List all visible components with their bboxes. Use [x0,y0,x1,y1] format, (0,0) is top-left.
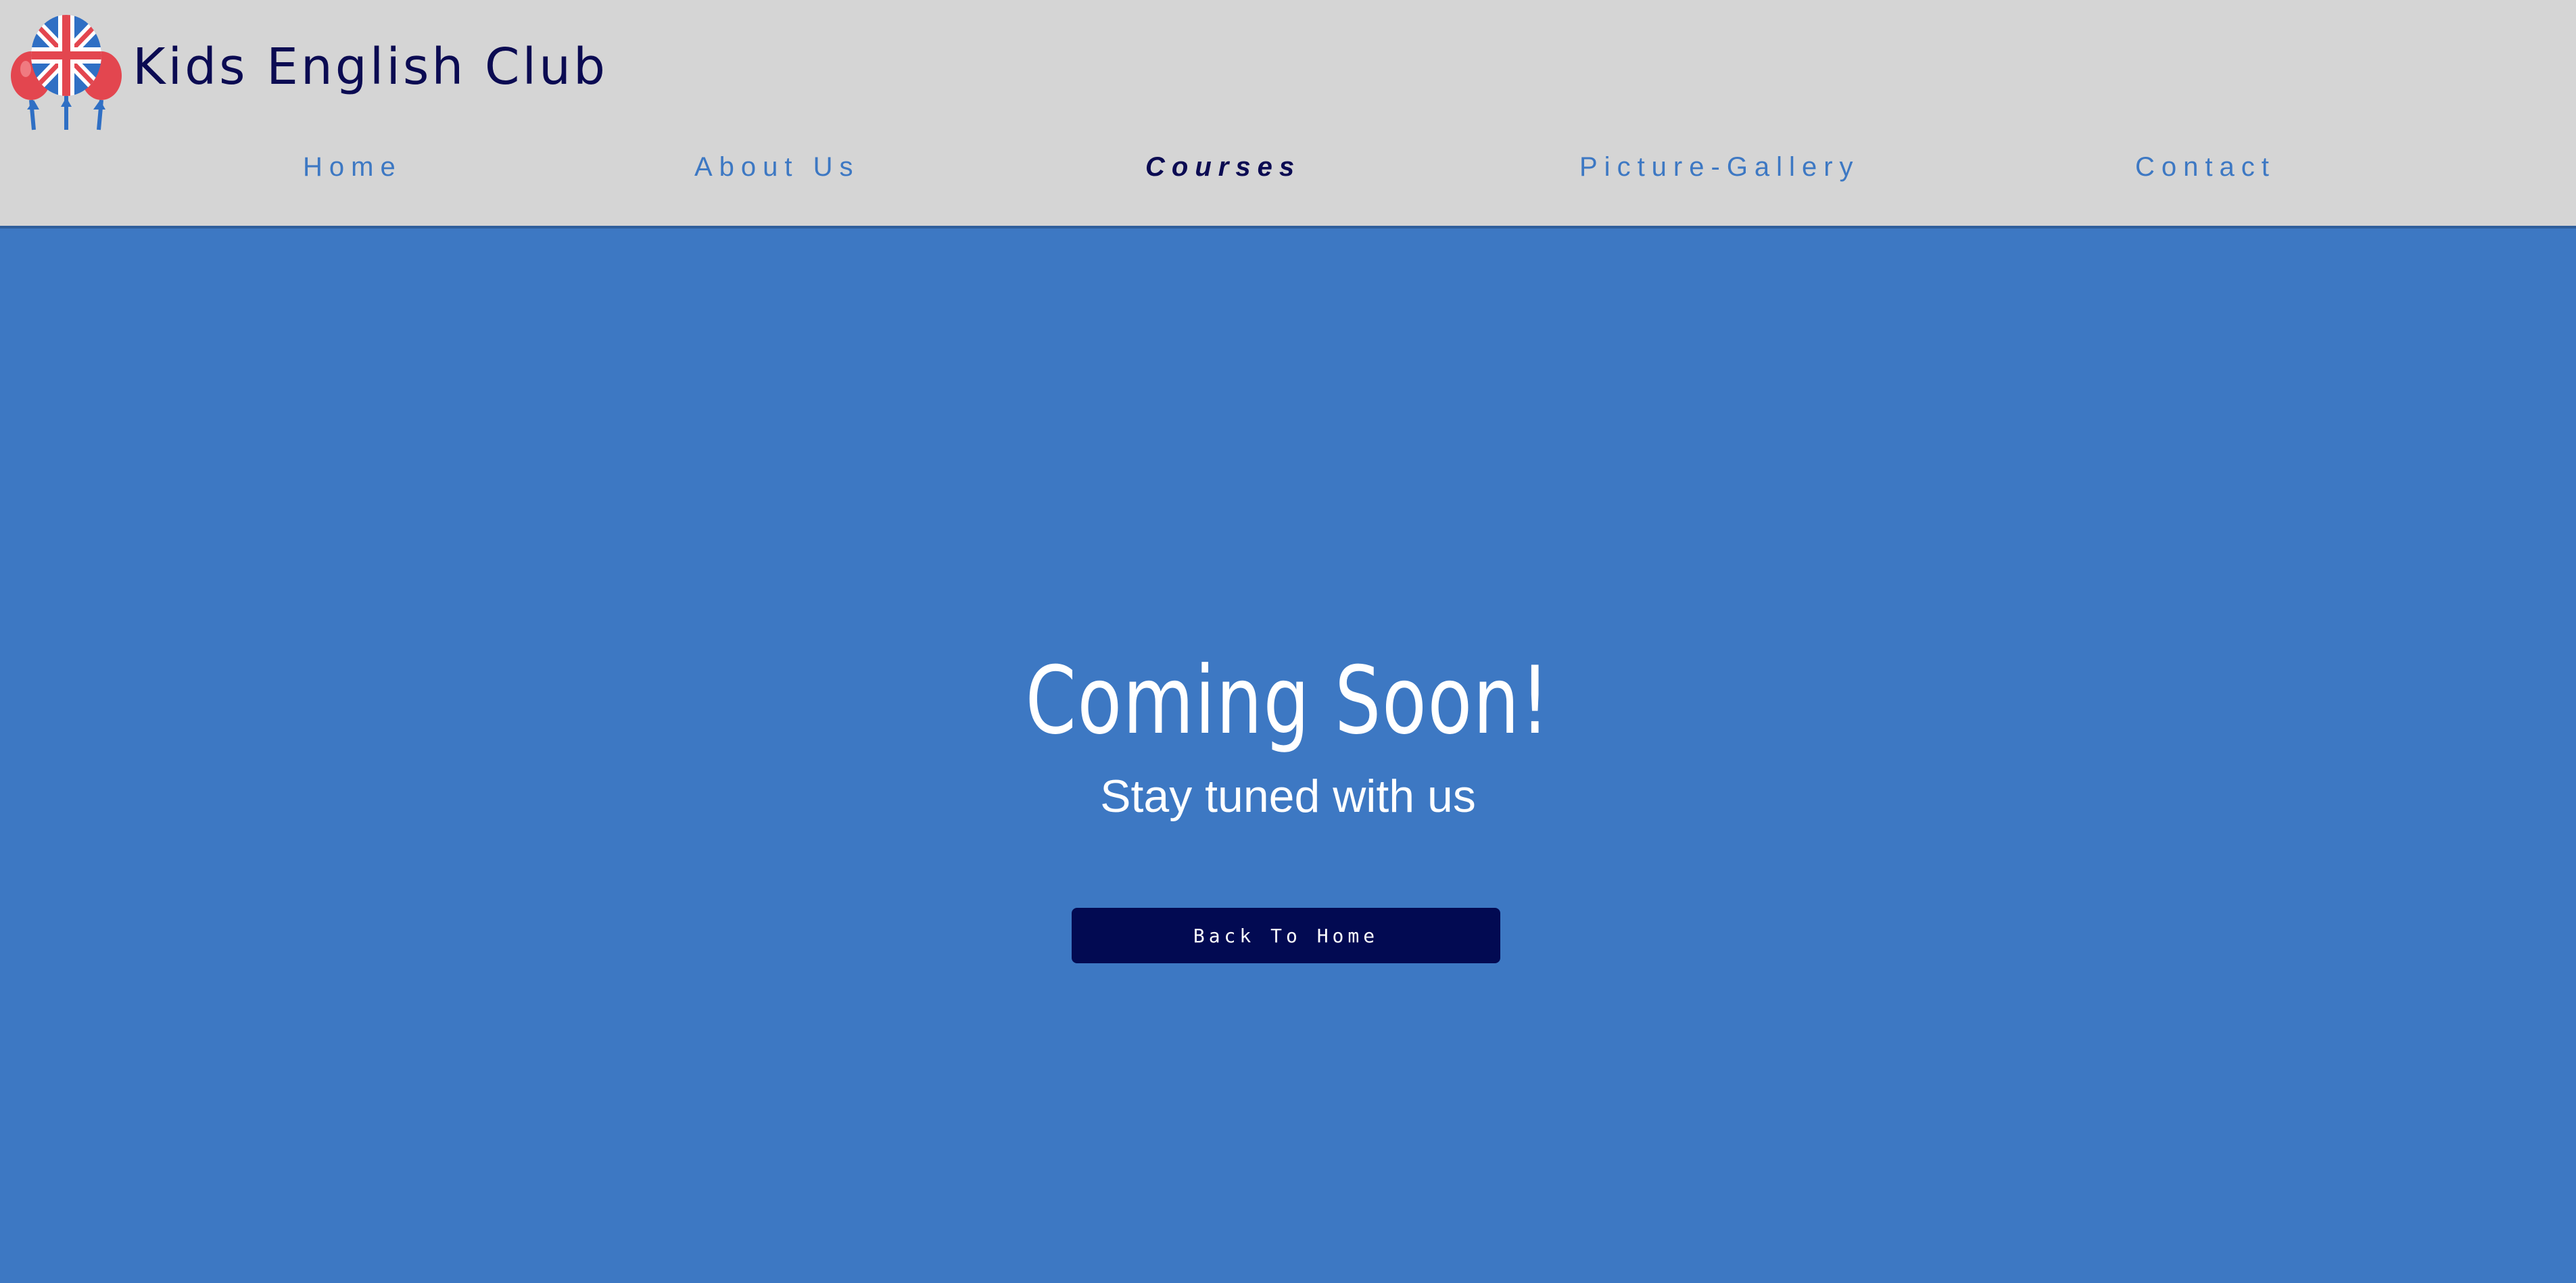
logo-icon[interactable] [5,8,127,133]
nav-item-contact[interactable]: Contact [2135,150,2276,184]
main-nav: Home About Us Courses Picture-Gallery Co… [0,150,2576,184]
nav-item-picture-gallery[interactable]: Picture-Gallery [1579,150,1860,184]
nav-item-about-us[interactable]: About Us [694,150,860,184]
site-title[interactable]: Kids English Club [133,42,608,92]
site-header: Kids English Club Home About Us Courses … [0,0,2576,228]
nav-item-home[interactable]: Home [303,150,402,184]
coming-soon-heading: Coming Soon! [1025,646,1551,755]
nav-item-courses[interactable]: Courses [1145,150,1301,184]
coming-soon-subtitle: Stay tuned with us [1100,771,1476,822]
back-to-home-button[interactable]: Back To Home [1072,908,1500,963]
